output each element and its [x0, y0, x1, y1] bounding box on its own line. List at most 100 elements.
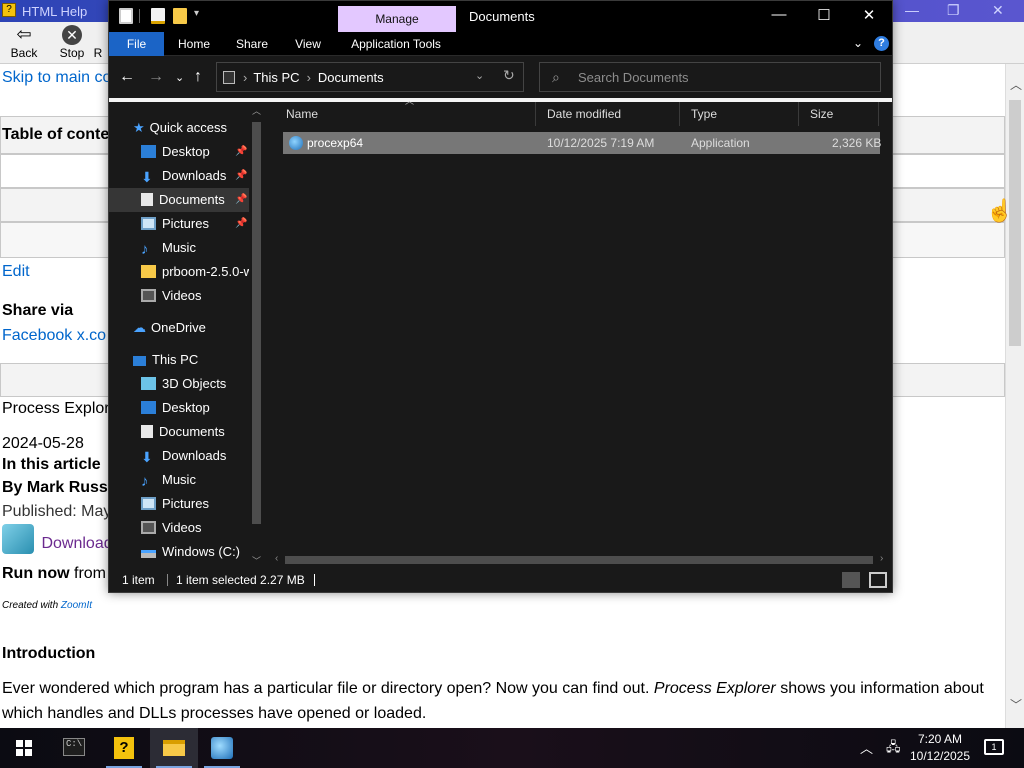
taskbar: C:\ ? ︿ 🖧 7:20 AM 10/12/2025 1: [0, 728, 1024, 768]
taskbar-cmd[interactable]: C:\: [50, 728, 98, 768]
nav-quick-access[interactable]: ★ Quick access: [133, 116, 227, 140]
recent-locations-icon[interactable]: ⌄: [175, 71, 184, 84]
close-button[interactable]: ✕: [854, 6, 884, 24]
help-vertical-scrollbar[interactable]: ︿ ﹀: [1005, 64, 1024, 728]
large-icons-view-button[interactable]: [869, 572, 887, 588]
taskbar-help[interactable]: ?: [100, 728, 148, 768]
nav-scrollbar[interactable]: ︿ ﹀: [249, 102, 265, 568]
nav-this-pc[interactable]: This PC: [133, 348, 198, 372]
clock-date: 10/12/2025: [909, 749, 971, 763]
run-now-link[interactable]: Run now: [2, 565, 70, 582]
tab-share[interactable]: Share: [228, 32, 276, 56]
nav-videos[interactable]: Videos: [141, 284, 202, 308]
nav-music[interactable]: ♪ Music: [141, 236, 196, 260]
tab-file[interactable]: File: [109, 32, 164, 56]
taskbar-file-explorer[interactable]: [150, 728, 198, 768]
scroll-down-icon[interactable]: ﹀: [1010, 696, 1022, 713]
help-minimize-button[interactable]: —: [905, 2, 919, 18]
taskbar-process-explorer[interactable]: [198, 728, 246, 768]
breadcrumb-documents[interactable]: Documents: [318, 70, 384, 85]
refresh-icon[interactable]: ↻: [503, 67, 515, 84]
zoomit-link[interactable]: ZoomIt: [61, 600, 92, 611]
download-link[interactable]: Download: [41, 535, 112, 552]
back-button[interactable]: ⇦ Back: [0, 22, 48, 64]
manage-context-tab[interactable]: Manage: [338, 6, 456, 32]
maximize-button[interactable]: ☐: [809, 6, 839, 24]
scroll-right-icon[interactable]: ›: [880, 553, 883, 564]
nav-pc-videos[interactable]: Videos: [141, 516, 202, 540]
forward-nav-icon[interactable]: →: [148, 68, 164, 86]
up-nav-icon[interactable]: ↑: [194, 68, 202, 86]
search-input[interactable]: [578, 68, 868, 86]
back-nav-icon[interactable]: ←: [119, 68, 135, 86]
search-icon: ⌕: [552, 69, 560, 85]
help-icon[interactable]: ?: [874, 36, 889, 51]
download-row[interactable]: Download: [2, 524, 113, 554]
skip-to-main-link[interactable]: Skip to main co: [2, 69, 111, 87]
list-horizontal-scrollbar[interactable]: ‹ ›: [275, 552, 892, 568]
nav-pc-documents[interactable]: Documents: [141, 420, 225, 444]
search-box[interactable]: ⌕: [539, 62, 881, 92]
refresh-button[interactable]: R: [88, 22, 108, 64]
scroll-up-icon[interactable]: ︿: [252, 104, 261, 117]
address-bar[interactable]: › This PC › Documents ⌄ ↻: [216, 62, 524, 92]
help-close-button[interactable]: ✕: [992, 2, 1004, 19]
scroll-down-icon[interactable]: ﹀: [252, 554, 261, 567]
list-scroll-thumb[interactable]: [285, 556, 873, 564]
nav-pictures[interactable]: Pictures 📌: [141, 212, 249, 236]
new-folder-icon[interactable]: [173, 8, 187, 24]
nav-downloads[interactable]: ⬇ Downloads 📌: [141, 164, 249, 188]
article-title: Process Explor: [2, 400, 110, 417]
run-now-row: Run now from: [2, 565, 106, 583]
help-maximize-button[interactable]: ❐: [947, 2, 960, 19]
process-explorer-icon: [211, 737, 233, 759]
nav-prboom[interactable]: prboom-2.5.0-w: [141, 260, 253, 284]
windows-logo-icon: [16, 740, 32, 756]
help-window-title: HTML Help: [22, 4, 88, 19]
start-button[interactable]: [0, 728, 48, 768]
tab-application-tools[interactable]: Application Tools: [341, 32, 451, 56]
address-row: ← → ⌄ ↑ › This PC › Documents ⌄ ↻ ⌕: [109, 56, 892, 98]
cloud-icon: ☁: [133, 320, 146, 335]
nav-scroll-thumb[interactable]: [252, 122, 261, 524]
notification-center-icon[interactable]: 1: [984, 739, 1004, 755]
pin-icon: 📌: [235, 146, 248, 157]
show-hidden-icons-icon[interactable]: ︿: [860, 738, 873, 757]
customize-qat-icon[interactable]: ▾: [194, 8, 199, 19]
network-icon[interactable]: 🖧: [886, 738, 901, 760]
minimize-button[interactable]: —: [764, 6, 794, 23]
tab-home[interactable]: Home: [168, 32, 220, 56]
stop-icon: ✕: [62, 25, 82, 45]
column-date-modified[interactable]: Date modified: [536, 102, 680, 126]
nav-3d-objects[interactable]: 3D Objects: [141, 372, 226, 396]
created-with-line: Created with ZoomIt: [2, 600, 92, 611]
column-size[interactable]: Size: [799, 102, 879, 126]
toc-heading[interactable]: Table of conte: [2, 126, 109, 144]
clock[interactable]: 7:20 AM 10/12/2025: [905, 731, 975, 765]
tab-view[interactable]: View: [286, 32, 330, 56]
nav-pc-desktop[interactable]: Desktop: [141, 396, 210, 420]
documents-icon: [141, 425, 153, 438]
share-links[interactable]: Facebook x.co: [2, 327, 106, 345]
nav-pc-music[interactable]: ♪ Music: [141, 468, 196, 492]
expand-ribbon-icon[interactable]: ⌄: [853, 36, 863, 50]
nav-windows-c[interactable]: Windows (C:): [141, 540, 240, 564]
file-row-procexp64[interactable]: procexp64 10/12/2025 7:19 AM Application…: [283, 132, 881, 154]
nav-onedrive[interactable]: ☁ OneDrive: [133, 316, 206, 340]
column-type[interactable]: Type: [680, 102, 799, 126]
cube-icon: [141, 377, 156, 390]
column-name[interactable]: Name: [275, 102, 536, 126]
properties-icon[interactable]: [151, 8, 165, 24]
selection-info: 1 item selected 2.27 MB: [176, 573, 305, 587]
address-dropdown-icon[interactable]: ⌄: [475, 69, 484, 82]
nav-desktop[interactable]: Desktop 📌: [141, 140, 249, 164]
edit-link[interactable]: Edit: [2, 263, 30, 281]
nav-documents[interactable]: Documents 📌: [109, 188, 249, 212]
details-view-button[interactable]: [842, 572, 860, 588]
breadcrumb-this-pc[interactable]: This PC: [253, 70, 299, 85]
download-arrow-icon: ⬇: [141, 169, 153, 185]
nav-pc-downloads[interactable]: ⬇ Downloads: [141, 444, 226, 468]
nav-pc-pictures[interactable]: Pictures: [141, 492, 209, 516]
scroll-left-icon[interactable]: ‹: [275, 553, 278, 564]
scroll-up-icon[interactable]: ︿: [1010, 76, 1022, 93]
